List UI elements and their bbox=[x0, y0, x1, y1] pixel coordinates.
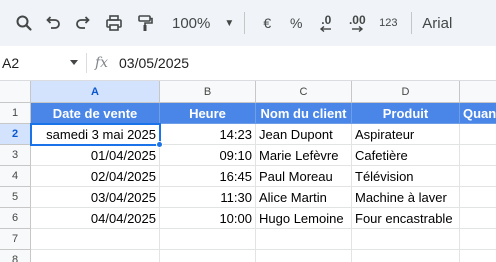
table-cell[interactable] bbox=[352, 250, 460, 262]
search-icon bbox=[16, 15, 32, 31]
toolbar: 100% ▼ € % .0 .00 123 Arial bbox=[0, 0, 496, 46]
redo-icon bbox=[76, 16, 90, 29]
formula-divider bbox=[86, 53, 87, 73]
select-all-corner[interactable] bbox=[0, 81, 31, 103]
table-cell[interactable]: Four encastrable bbox=[352, 208, 460, 229]
table-cell[interactable]: 14:23 bbox=[160, 124, 256, 145]
name-box-value: A2 bbox=[2, 55, 20, 71]
table-cell[interactable] bbox=[460, 187, 496, 208]
format-currency-button[interactable]: € bbox=[253, 7, 281, 39]
print-button[interactable] bbox=[98, 7, 130, 39]
column-header-e[interactable]: E bbox=[460, 81, 496, 103]
font-family-select[interactable]: Arial bbox=[420, 7, 452, 39]
spreadsheet-app: 100% ▼ € % .0 .00 123 Arial A2 fx 03/05/… bbox=[0, 0, 496, 262]
table-cell[interactable]: Hugo Lemoine bbox=[256, 208, 352, 229]
header-cell-e[interactable]: Quantité bbox=[460, 103, 496, 124]
redo-button[interactable] bbox=[68, 7, 98, 39]
header-cell-a[interactable]: Date de vente bbox=[31, 103, 160, 124]
table-cell[interactable]: Cafetière bbox=[352, 145, 460, 166]
toolbar-divider bbox=[411, 12, 413, 34]
table-cell[interactable]: Alice Martin bbox=[256, 187, 352, 208]
table-cell[interactable]: 09:10 bbox=[160, 145, 256, 166]
column-header-a[interactable]: A bbox=[31, 81, 160, 103]
table-cell[interactable]: Jean Dupont bbox=[256, 124, 352, 145]
formula-input[interactable]: 03/05/2025 bbox=[119, 55, 189, 71]
table-cell[interactable] bbox=[31, 229, 160, 250]
table-cell[interactable]: Aspirateur bbox=[352, 124, 460, 145]
table-cell[interactable]: 04/04/2025 bbox=[31, 208, 160, 229]
row-header-2[interactable]: 2 bbox=[0, 124, 31, 145]
header-cell-b[interactable]: Heure bbox=[160, 103, 256, 124]
table-cell[interactable]: Marie Lefèvre bbox=[256, 145, 352, 166]
fill-handle[interactable] bbox=[156, 141, 163, 148]
formula-bar: A2 fx 03/05/2025 bbox=[0, 46, 496, 81]
arrow-right-icon bbox=[352, 26, 364, 32]
arrow-left-icon bbox=[320, 26, 332, 32]
name-box[interactable]: A2 bbox=[0, 46, 86, 80]
table-cell[interactable] bbox=[160, 250, 256, 262]
row-header-6[interactable]: 6 bbox=[0, 208, 31, 229]
fx-icon: fx bbox=[95, 55, 109, 71]
decrease-decimal-button[interactable]: .0 bbox=[311, 7, 341, 39]
row-header-8[interactable]: 8 bbox=[0, 250, 31, 262]
header-cell-c[interactable]: Nom du client bbox=[256, 103, 352, 124]
decrease-decimal-label: .0 bbox=[321, 13, 332, 27]
row-header-7[interactable]: 7 bbox=[0, 229, 31, 250]
table-cell[interactable] bbox=[460, 124, 496, 145]
table-cell[interactable] bbox=[256, 250, 352, 262]
toolbar-divider bbox=[244, 12, 246, 34]
table-cell[interactable]: Machine à laver bbox=[352, 187, 460, 208]
paint-format-button[interactable] bbox=[130, 7, 160, 39]
more-formats-button[interactable]: 123 bbox=[373, 7, 403, 39]
zoom-select[interactable]: 100% ▼ bbox=[170, 15, 236, 32]
increase-decimal-button[interactable]: .00 bbox=[341, 7, 373, 39]
column-header-c[interactable]: C bbox=[256, 81, 352, 103]
zoom-value: 100% bbox=[172, 14, 211, 32]
table-cell[interactable] bbox=[460, 229, 496, 250]
table-cell[interactable] bbox=[460, 250, 496, 262]
table-cell[interactable]: Paul Moreau bbox=[256, 166, 352, 187]
table-cell[interactable] bbox=[160, 229, 256, 250]
increase-decimal-label: .00 bbox=[348, 13, 366, 27]
row-header-1[interactable]: 1 bbox=[0, 103, 31, 124]
font-family-value: Arial bbox=[422, 14, 453, 32]
table-cell[interactable]: samedi 3 mai 2025 bbox=[31, 124, 160, 145]
table-cell[interactable]: 02/04/2025 bbox=[31, 166, 160, 187]
row-header-3[interactable]: 3 bbox=[0, 145, 31, 166]
table-cell[interactable]: 11:30 bbox=[160, 187, 256, 208]
chevron-down-icon: ▼ bbox=[224, 17, 235, 29]
search-menus-button[interactable] bbox=[10, 7, 38, 39]
currency-icon: € bbox=[263, 15, 272, 31]
table-cell[interactable] bbox=[352, 229, 460, 250]
table-cell[interactable]: 03/04/2025 bbox=[31, 187, 160, 208]
header-cell-d[interactable]: Produit bbox=[352, 103, 460, 124]
table-cell[interactable] bbox=[256, 229, 352, 250]
row-header-5[interactable]: 5 bbox=[0, 187, 31, 208]
undo-icon bbox=[46, 16, 60, 29]
format-percent-button[interactable]: % bbox=[281, 7, 311, 39]
table-cell[interactable] bbox=[31, 250, 160, 262]
chevron-down-icon bbox=[70, 60, 78, 65]
table-cell[interactable]: Télévision bbox=[352, 166, 460, 187]
column-header-d[interactable]: D bbox=[352, 81, 460, 103]
table-cell[interactable] bbox=[460, 145, 496, 166]
column-header-b[interactable]: B bbox=[160, 81, 256, 103]
table-cell[interactable] bbox=[460, 166, 496, 187]
percent-icon: % bbox=[290, 15, 303, 31]
more-formats-label: 123 bbox=[379, 17, 398, 29]
sheet-grid: ABCDE 12345678 Date de venteHeureNom du cl… bbox=[0, 81, 496, 262]
undo-button[interactable] bbox=[38, 7, 68, 39]
table-cell[interactable]: 10:00 bbox=[160, 208, 256, 229]
table-cell[interactable] bbox=[460, 208, 496, 229]
table-cell[interactable]: 16:45 bbox=[160, 166, 256, 187]
print-icon bbox=[106, 15, 122, 31]
row-header-4[interactable]: 4 bbox=[0, 166, 31, 187]
table-cell[interactable]: 01/04/2025 bbox=[31, 145, 160, 166]
paint-format-icon bbox=[138, 15, 153, 31]
